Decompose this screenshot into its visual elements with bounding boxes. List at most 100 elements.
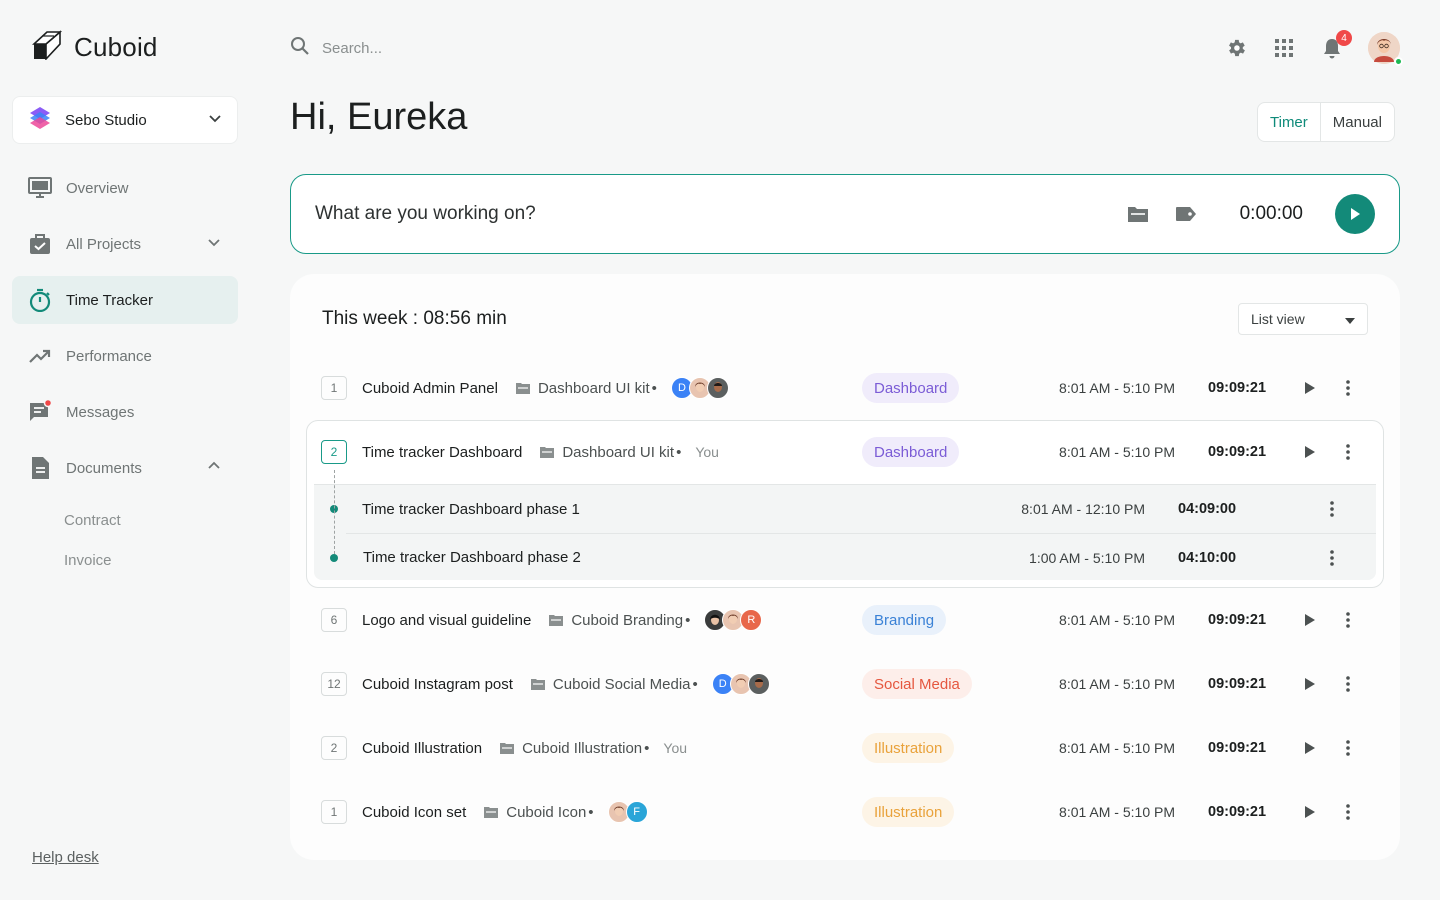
online-status-dot xyxy=(1394,57,1403,66)
folder-icon xyxy=(515,383,530,394)
more-vertical-icon[interactable] xyxy=(1338,802,1358,822)
tag-badge[interactable]: Illustration xyxy=(862,797,955,827)
duration: 09:09:21 xyxy=(1208,804,1267,820)
sidebar-item-label: Time Tracker xyxy=(66,291,153,309)
subtask-list: Time tracker Dashboard phase 1 8:01 AM -… xyxy=(314,484,1376,580)
workspace-switcher[interactable]: Sebo Studio xyxy=(12,96,238,144)
sidebar-item-messages[interactable]: Messages xyxy=(12,388,238,436)
table-row[interactable]: 2 Time tracker Dashboard Dashboard UI ki… xyxy=(306,420,1384,484)
table-row[interactable]: 1 Cuboid Admin Panel Dashboard UI kit • D… xyxy=(306,356,1384,420)
assignee-you: You xyxy=(695,444,719,460)
play-icon[interactable] xyxy=(1300,610,1320,630)
play-icon[interactable] xyxy=(1300,674,1320,694)
entry-count: 1 xyxy=(321,376,347,400)
sidebar-item-label: Messages xyxy=(66,403,135,421)
sidebar-item-all-projects[interactable]: All Projects xyxy=(12,220,238,268)
project-name: Cuboid Illustration xyxy=(522,739,643,757)
search-input[interactable] xyxy=(322,40,522,57)
page-greeting: Hi, Eureka xyxy=(290,96,468,138)
help-desk-link[interactable]: Help desk xyxy=(32,849,99,866)
play-icon[interactable] xyxy=(1300,738,1320,758)
project-label[interactable]: Dashboard UI kit • xyxy=(515,380,657,397)
project-label[interactable]: Cuboid Branding • xyxy=(549,612,690,629)
sidebar-subitem-invoice[interactable]: Invoice xyxy=(64,540,238,580)
duration: 09:09:21 xyxy=(1208,740,1267,756)
project-label[interactable]: Cuboid Icon • xyxy=(484,804,594,821)
cube-logo-icon xyxy=(31,30,63,65)
assignee-avatars: D xyxy=(711,673,770,695)
gear-icon[interactable] xyxy=(1224,30,1248,66)
chevron-up-icon[interactable] xyxy=(206,458,222,478)
tag-badge[interactable]: Illustration xyxy=(862,733,955,763)
message-icon xyxy=(28,400,52,424)
subtask-name: Time tracker Dashboard phase 1 xyxy=(362,500,580,518)
avatar xyxy=(706,377,729,399)
sidebar-item-performance[interactable]: Performance xyxy=(12,332,238,380)
entry-count: 6 xyxy=(321,608,347,632)
app-name: Cuboid xyxy=(74,32,158,62)
time-range: 8:01 AM - 5:10 PM xyxy=(1059,444,1175,460)
duration: 09:09:21 xyxy=(1208,676,1267,692)
tag-badge[interactable]: Branding xyxy=(862,605,947,635)
play-icon[interactable] xyxy=(1300,802,1320,822)
timer-entry-bar: 0:00:00 xyxy=(290,174,1400,254)
play-icon[interactable] xyxy=(1300,442,1320,462)
manual-mode-button[interactable]: Manual xyxy=(1321,103,1394,141)
bell-icon[interactable]: 4 xyxy=(1320,30,1352,66)
more-vertical-icon[interactable] xyxy=(1338,738,1358,758)
search-bar xyxy=(290,36,522,61)
play-icon[interactable] xyxy=(1300,378,1320,398)
view-select[interactable]: List view xyxy=(1238,303,1368,335)
assignee-avatars: R xyxy=(704,609,763,631)
trending-up-icon xyxy=(28,344,52,368)
more-vertical-icon[interactable] xyxy=(1338,442,1358,462)
app-logo[interactable]: Cuboid xyxy=(31,30,158,65)
sidebar-subitem-contract[interactable]: Contract xyxy=(64,500,238,540)
timer-mode-button[interactable]: Timer xyxy=(1258,103,1321,141)
tag-badge[interactable]: Dashboard xyxy=(862,373,960,403)
assignee-you: You xyxy=(663,740,688,756)
notification-count-badge: 4 xyxy=(1336,30,1352,46)
subtask-row[interactable]: Time tracker Dashboard phase 1 8:01 AM -… xyxy=(314,485,1376,533)
sidebar-item-documents[interactable]: Documents xyxy=(12,444,238,492)
project-label[interactable]: Cuboid Illustration • xyxy=(500,740,649,757)
sidebar-item-label: All Projects xyxy=(66,235,142,253)
apps-grid-icon[interactable] xyxy=(1272,30,1296,66)
avatar: F xyxy=(625,801,648,823)
folder-icon[interactable] xyxy=(1126,202,1150,226)
sidebar-item-label: Overview xyxy=(66,179,129,197)
project-name: Dashboard UI kit xyxy=(562,443,675,461)
table-row[interactable]: 1 Cuboid Icon set Cuboid Icon • F Illustr… xyxy=(306,780,1384,844)
more-vertical-icon[interactable] xyxy=(1338,378,1358,398)
entry-count: 2 xyxy=(321,440,347,464)
task-name: Cuboid Instagram post xyxy=(362,675,513,693)
task-name: Time tracker Dashboard xyxy=(362,443,523,461)
chevron-down-icon xyxy=(207,110,223,131)
more-vertical-icon[interactable] xyxy=(1322,499,1342,519)
time-range: 8:01 AM - 5:10 PM xyxy=(1059,740,1175,756)
briefcase-check-icon xyxy=(28,232,52,256)
more-vertical-icon[interactable] xyxy=(1338,674,1358,694)
folder-icon xyxy=(530,679,545,690)
subtask-row[interactable]: Time tracker Dashboard phase 2 1:00 AM -… xyxy=(330,533,1376,581)
play-icon xyxy=(1351,208,1360,220)
tag-icon[interactable] xyxy=(1174,202,1198,226)
table-row[interactable]: 12 Cuboid Instagram post Cuboid Social M… xyxy=(306,652,1384,716)
folder-icon xyxy=(484,807,499,818)
stopwatch-icon xyxy=(28,288,52,312)
tag-badge[interactable]: Social Media xyxy=(862,669,972,699)
chevron-down-icon[interactable] xyxy=(206,234,222,254)
table-row[interactable]: 6 Logo and visual guideline Cuboid Brand… xyxy=(306,588,1384,652)
time-range: 8:01 AM - 5:10 PM xyxy=(1059,804,1175,820)
task-description-input[interactable] xyxy=(315,203,1102,225)
sidebar-item-overview[interactable]: Overview xyxy=(12,164,238,212)
sidebar-item-time-tracker[interactable]: Time Tracker xyxy=(12,276,238,324)
more-vertical-icon[interactable] xyxy=(1338,610,1358,630)
project-label[interactable]: Dashboard UI kit • xyxy=(540,444,681,461)
start-timer-button[interactable] xyxy=(1335,194,1375,234)
tag-badge[interactable]: Dashboard xyxy=(862,437,960,467)
more-vertical-icon[interactable] xyxy=(1322,548,1342,568)
table-row[interactable]: 2 Cuboid Illustration Cuboid Illustratio… xyxy=(306,716,1384,780)
user-avatar[interactable] xyxy=(1368,32,1403,66)
project-label[interactable]: Cuboid Social Media • xyxy=(530,676,698,693)
